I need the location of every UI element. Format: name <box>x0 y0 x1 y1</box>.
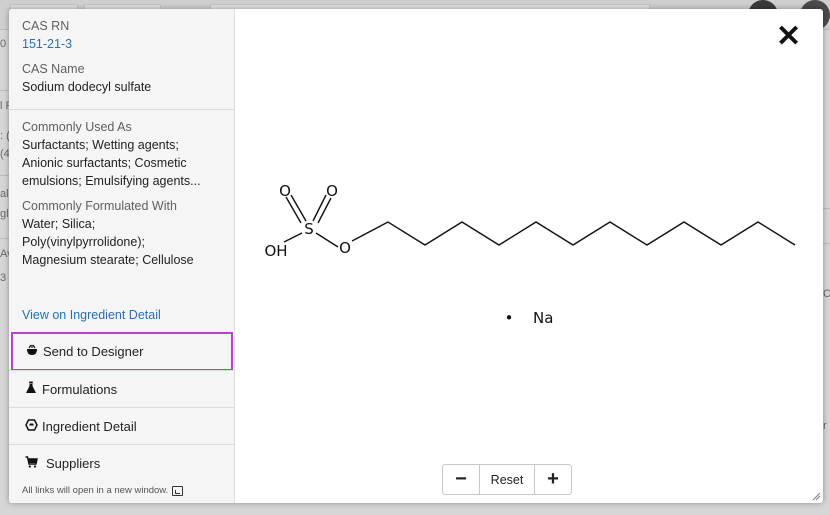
formulations-label: Formulations <box>42 381 118 397</box>
formulated-with-line: Water; Silica; <box>22 217 96 231</box>
resize-handle-icon[interactable] <box>811 491 821 501</box>
background-edge-text: r <box>823 420 827 432</box>
background-divider <box>822 208 830 209</box>
formulated-with-label: Commonly Formulated With <box>22 199 177 213</box>
structure-viewer: ✕ O O S OH O • Na − Reset + <box>236 9 823 503</box>
atom-label-hydroxyl: OH <box>264 242 287 260</box>
structure-bonds <box>283 194 796 248</box>
ingredient-structure-modal: CAS RN 151-21-3 CAS Name Sodium dodecyl … <box>9 9 823 503</box>
zoom-in-button[interactable]: + <box>535 465 571 494</box>
atom-label-oxygen: O <box>339 239 351 257</box>
cas-rn-link[interactable]: 151-21-3 <box>22 35 222 53</box>
cas-name-label: CAS Name <box>22 62 85 76</box>
designer-bowl-icon <box>24 344 40 359</box>
background-edge-text: 0 <box>0 38 7 50</box>
atom-label-oxygen: O <box>279 182 291 200</box>
zoom-controls: − Reset + <box>442 464 572 495</box>
atom-label-oxygen: O <box>326 182 338 200</box>
background-edge-text: 3 <box>0 272 7 284</box>
new-window-icon <box>172 485 184 496</box>
atom-label-sodium: Na <box>533 309 553 327</box>
identity-section: CAS RN 151-21-3 CAS Name Sodium dodecyl … <box>9 17 235 96</box>
formulations-button[interactable]: Formulations <box>9 370 235 407</box>
molecule-structure: O O S OH O • Na <box>264 182 796 327</box>
ingredient-detail-label: Ingredient Detail <box>42 418 137 434</box>
cart-icon <box>23 455 39 471</box>
cas-rn-label: CAS RN <box>22 19 70 33</box>
suppliers-button[interactable]: Suppliers <box>9 444 235 481</box>
zoom-out-button[interactable]: − <box>443 465 479 494</box>
view-ingredient-detail-link[interactable]: View on Ingredient Detail <box>22 306 161 324</box>
formulated-with-line: Magnesium stearate; Cellulose <box>22 253 194 267</box>
send-to-designer-button[interactable]: Send to Designer <box>11 332 233 371</box>
send-to-designer-label: Send to Designer <box>43 344 144 359</box>
section-divider <box>9 109 235 110</box>
used-as-label: Commonly Used As <box>22 120 132 134</box>
footer-note: All links will open in a new window. <box>22 485 184 496</box>
cas-name-value: Sodium dodecyl sulfate <box>22 80 152 94</box>
zoom-reset-button[interactable]: Reset <box>479 465 535 494</box>
sodium-dot: • <box>505 309 514 327</box>
used-as-line: Anionic surfactants; Cosmetic <box>22 156 187 170</box>
background-edge-text: C <box>823 288 830 300</box>
formulated-with-line: Poly(vinylpyrrolidone); <box>22 235 145 249</box>
background-edge-text: gl <box>0 208 9 220</box>
hexagon-icon <box>23 418 39 434</box>
background-edge-text: al <box>0 188 9 200</box>
suppliers-label: Suppliers <box>46 455 101 471</box>
used-as-line: Surfactants; Wetting agents; <box>22 138 179 152</box>
flask-icon <box>23 381 39 397</box>
footer-note-text: All links will open in a new window. <box>22 485 169 496</box>
used-as-line: emulsions; Emulsifying agents... <box>22 174 201 188</box>
usage-section: Commonly Used As Surfactants; Wetting ag… <box>9 118 235 269</box>
atom-label-sulfur: S <box>304 220 314 238</box>
background-divider <box>822 243 830 244</box>
ingredient-info-sidebar: CAS RN 151-21-3 CAS Name Sodium dodecyl … <box>9 9 235 503</box>
ingredient-detail-button[interactable]: Ingredient Detail <box>9 407 235 444</box>
